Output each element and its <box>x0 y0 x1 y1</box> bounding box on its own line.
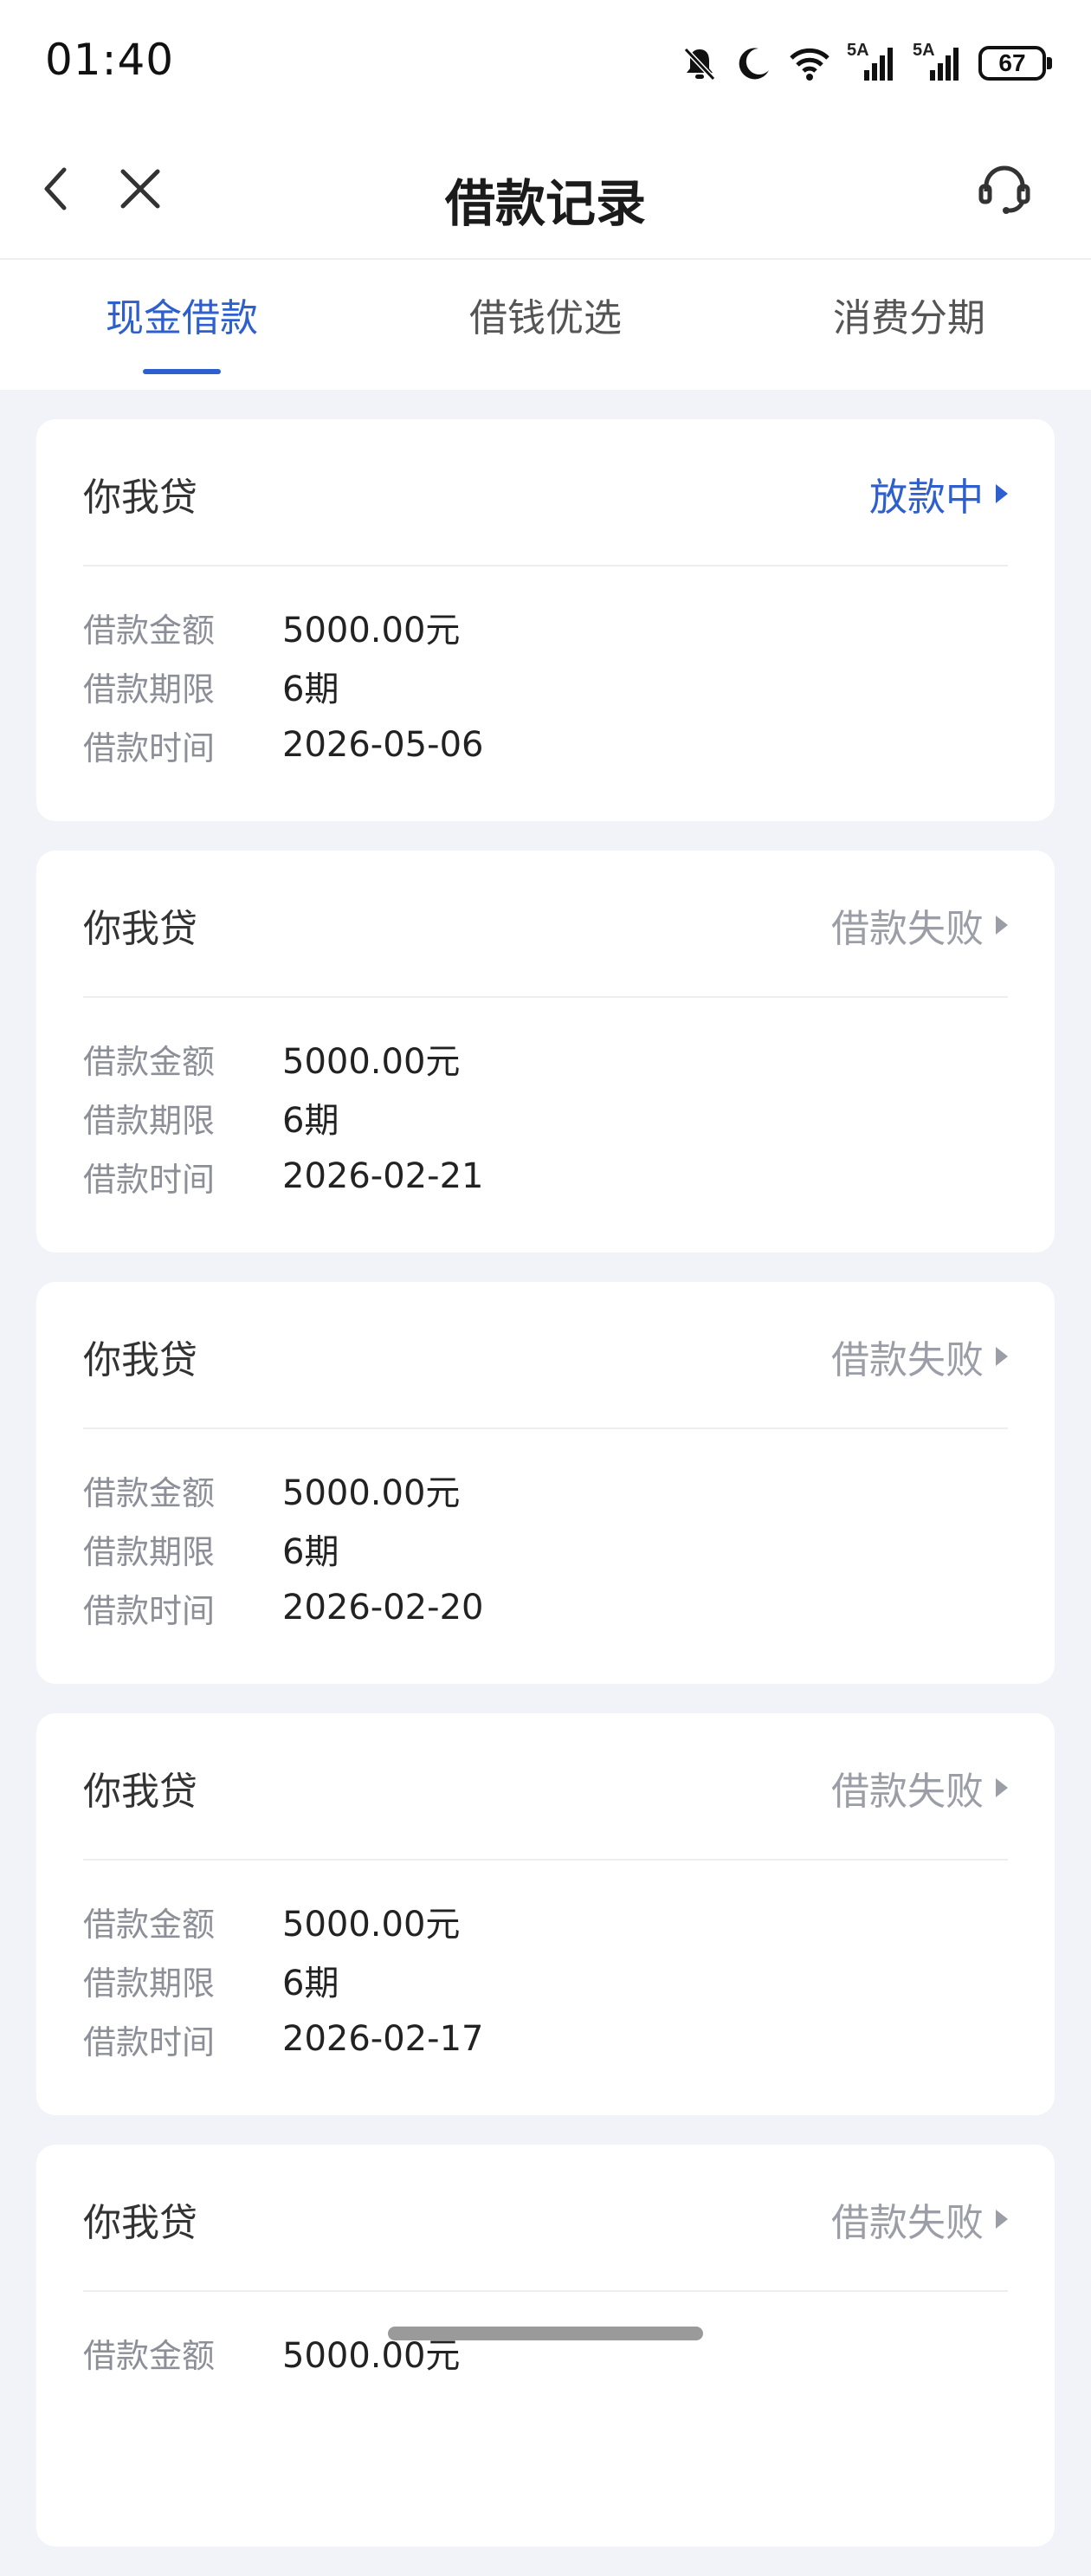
loan-record-card[interactable]: 你我贷 放款中 借款金额 5000.00元 借款期限 6期 借款时间 2026-… <box>36 419 1055 821</box>
loan-status[interactable]: 借款失败 <box>831 2191 1008 2247</box>
caret-right-icon <box>996 1778 1008 1797</box>
caret-right-icon <box>996 2210 1008 2229</box>
amount-value: 5000.00元 <box>282 1905 461 1945</box>
time-value: 2026-02-20 <box>282 1588 484 1628</box>
battery-icon: 67 <box>978 46 1052 81</box>
time-label: 借款时间 <box>83 1160 216 1199</box>
amount-row: 借款金额 5000.00元 <box>83 1460 483 1519</box>
loan-status[interactable]: 借款失败 <box>831 897 1008 953</box>
amount-row: 借款金额 5000.00元 <box>83 1029 483 1088</box>
card-header: 你我贷 借款失败 <box>83 2145 1008 2292</box>
loan-status-text: 借款失败 <box>831 1338 984 1382</box>
lender-name: 你我贷 <box>83 907 197 951</box>
term-row: 借款期限 6期 <box>83 657 483 715</box>
loan-record-card[interactable]: 你我贷 借款失败 借款金额 5000.00元 <box>36 2145 1055 2547</box>
card-header: 你我贷 放款中 <box>83 419 1008 566</box>
term-value: 6期 <box>282 670 339 709</box>
lender-name: 你我贷 <box>83 1770 197 1814</box>
loan-status[interactable]: 放款中 <box>869 466 1008 521</box>
amount-label: 借款金额 <box>83 2336 216 2375</box>
time-row: 借款时间 2026-02-17 <box>83 2010 483 2068</box>
term-row: 借款期限 6期 <box>83 1519 483 1578</box>
loan-status-text: 借款失败 <box>831 907 984 951</box>
time-row: 借款时间 2026-02-21 <box>83 1147 483 1206</box>
tab-label: 消费分期 <box>833 296 985 340</box>
time-value: 2026-02-21 <box>282 1156 484 1196</box>
status-time: 01:40 <box>45 35 175 85</box>
caret-right-icon <box>996 1347 1008 1366</box>
loan-status-text: 借款失败 <box>831 1770 984 1814</box>
caret-right-icon <box>996 484 1008 503</box>
time-row: 借款时间 2026-02-20 <box>83 1578 483 1637</box>
tab-label: 现金借款 <box>106 296 258 340</box>
tab-loan-selection[interactable]: 借钱优选 <box>364 260 727 390</box>
amount-row: 借款金额 5000.00元 <box>83 1892 483 1951</box>
term-label: 借款期限 <box>83 1532 216 1571</box>
amount-label: 借款金额 <box>83 1042 216 1081</box>
signal-icon-1: 5A <box>847 41 897 82</box>
home-indicator[interactable] <box>388 2327 703 2340</box>
card-body: 借款金额 5000.00元 借款期限 6期 借款时间 2026-02-21 <box>83 1029 483 1206</box>
card-header: 你我贷 借款失败 <box>83 1713 1008 1861</box>
loan-status-text: 借款失败 <box>831 2201 984 2245</box>
tab-active-indicator <box>143 369 221 374</box>
time-label: 借款时间 <box>83 1591 216 1630</box>
card-header: 你我贷 借款失败 <box>83 851 1008 998</box>
loan-status-text: 放款中 <box>869 476 984 520</box>
time-value: 2026-02-17 <box>282 2019 484 2059</box>
loan-record-card[interactable]: 你我贷 借款失败 借款金额 5000.00元 借款期限 6期 借款时间 2026… <box>36 1713 1055 2115</box>
card-body: 借款金额 5000.00元 借款期限 6期 借款时间 2026-02-20 <box>83 1460 483 1637</box>
status-icons: 5A 5A 67 <box>681 41 1052 85</box>
time-value: 2026-05-06 <box>282 725 484 765</box>
loan-record-list: 你我贷 放款中 借款金额 5000.00元 借款期限 6期 借款时间 2026-… <box>36 419 1055 2576</box>
loan-status[interactable]: 借款失败 <box>831 1760 1008 1815</box>
term-value: 6期 <box>282 1964 339 2003</box>
time-row: 借款时间 2026-05-06 <box>83 715 483 774</box>
amount-value: 5000.00元 <box>282 1042 461 1082</box>
status-bar: 01:40 5A 5A 67 <box>0 0 1091 130</box>
tab-installment[interactable]: 消费分期 <box>727 260 1091 390</box>
term-label: 借款期限 <box>83 1101 216 1140</box>
term-value: 6期 <box>282 1101 339 1141</box>
amount-label: 借款金额 <box>83 1905 216 1944</box>
nav-bar: 借款记录 <box>0 130 1091 260</box>
term-row: 借款期限 6期 <box>83 1088 483 1147</box>
lender-name: 你我贷 <box>83 1338 197 1382</box>
card-body: 借款金额 5000.00元 借款期限 6期 借款时间 2026-02-17 <box>83 1892 483 2068</box>
amount-value: 5000.00元 <box>282 611 461 650</box>
amount-label: 借款金额 <box>83 611 216 650</box>
bell-muted-icon <box>681 44 719 82</box>
signal-icon-2: 5A <box>913 41 963 82</box>
time-label: 借款时间 <box>83 728 216 767</box>
loan-record-card[interactable]: 你我贷 借款失败 借款金额 5000.00元 借款期限 6期 借款时间 2026… <box>36 851 1055 1252</box>
tab-bar: 现金借款 借钱优选 消费分期 <box>0 260 1091 390</box>
caret-right-icon <box>996 916 1008 935</box>
card-body: 借款金额 5000.00元 借款期限 6期 借款时间 2026-05-06 <box>83 598 483 774</box>
loan-status[interactable]: 借款失败 <box>831 1329 1008 1384</box>
lender-name: 你我贷 <box>83 476 197 520</box>
term-row: 借款期限 6期 <box>83 1951 483 2010</box>
tab-label: 借钱优选 <box>469 296 622 340</box>
time-label: 借款时间 <box>83 2023 216 2061</box>
term-label: 借款期限 <box>83 670 216 709</box>
amount-value: 5000.00元 <box>282 1473 461 1513</box>
tab-cash-loan[interactable]: 现金借款 <box>0 260 364 390</box>
wifi-icon <box>788 44 831 82</box>
amount-row: 借款金额 5000.00元 <box>83 598 483 657</box>
term-value: 6期 <box>282 1532 339 1572</box>
loan-record-card[interactable]: 你我贷 借款失败 借款金额 5000.00元 借款期限 6期 借款时间 2026… <box>36 1282 1055 1684</box>
lender-name: 你我贷 <box>83 2201 197 2245</box>
amount-label: 借款金额 <box>83 1473 216 1512</box>
term-label: 借款期限 <box>83 1964 216 2003</box>
moon-icon <box>734 44 772 82</box>
page-title: 借款记录 <box>444 174 646 233</box>
customer-service-button[interactable] <box>970 156 1039 225</box>
headset-icon <box>976 160 1033 221</box>
card-header: 你我贷 借款失败 <box>83 1282 1008 1429</box>
